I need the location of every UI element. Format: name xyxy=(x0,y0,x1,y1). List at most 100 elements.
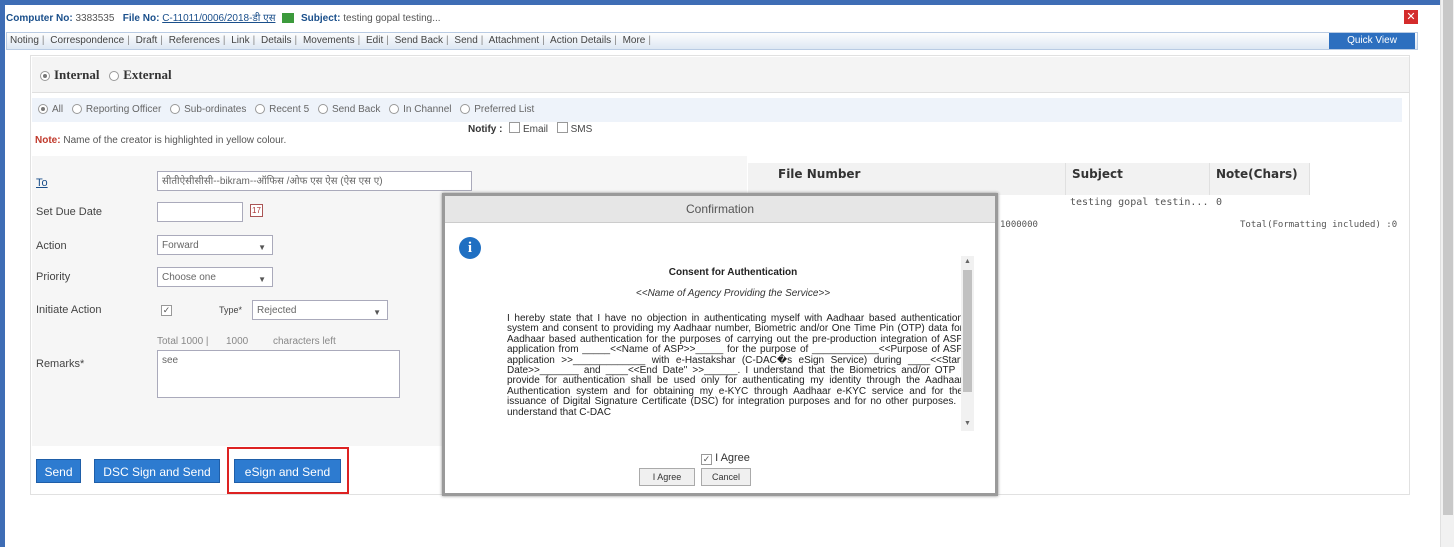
due-date-label: Set Due Date xyxy=(36,206,103,218)
chars-left-value: 1000 xyxy=(226,336,249,347)
scroll-thumb[interactable] xyxy=(963,270,972,392)
filter-reporting-officer-label: Reporting Officer xyxy=(85,104,162,115)
confirmation-dialog: Confirmation i Consent for Authenticatio… xyxy=(442,193,998,496)
external-radio[interactable] xyxy=(109,71,120,82)
menu-item-action-details[interactable]: Action Details xyxy=(550,35,611,46)
agree-checkbox[interactable]: ✓ xyxy=(701,454,712,465)
quick-view-button[interactable]: Quick View xyxy=(1329,33,1415,49)
filter-preferred-list-radio[interactable] xyxy=(460,104,471,115)
filter-recent5-radio[interactable] xyxy=(255,104,266,115)
internal-radio[interactable] xyxy=(40,71,50,82)
file-header: Computer No: 3383535 File No: C-11011/00… xyxy=(6,10,1418,32)
filter-in-channel-radio[interactable] xyxy=(389,104,400,115)
agree-label: I Agree xyxy=(715,452,750,464)
consent-agency: <<Name of Agency Providing the Service>> xyxy=(635,288,831,299)
consent-body: I hereby state that I have no objection … xyxy=(507,313,963,418)
page-scroll-thumb[interactable] xyxy=(1443,0,1453,515)
menu-item-details[interactable]: Details xyxy=(261,35,292,46)
agree-row: ✓ I Agree xyxy=(701,452,750,465)
action-menu-bar: Noting | Correspondence | Draft | Reference… xyxy=(6,32,1418,50)
menu-item-noting[interactable]: Noting xyxy=(10,35,39,46)
filter-subordinates-radio[interactable] xyxy=(170,104,181,115)
page-scrollbar[interactable] xyxy=(1440,0,1454,547)
file-no-link[interactable]: C-11011/0006/2018-डी एस xyxy=(162,13,275,24)
i-agree-button[interactable]: I Agree xyxy=(639,468,695,486)
sms-checkbox[interactable] xyxy=(556,122,568,133)
file-no-label: File No: xyxy=(122,13,160,24)
recipient-filter: All Reporting Officer Sub-ordinates Rece… xyxy=(32,98,1402,122)
priority-select[interactable]: Choose one ▼ xyxy=(157,267,273,287)
scroll-up-icon[interactable]: ▲ xyxy=(964,258,971,265)
menu-item-send[interactable]: Send xyxy=(454,35,477,46)
filter-send-back-label: Send Back xyxy=(331,104,381,115)
consent-title: Consent for Authentication xyxy=(668,267,798,278)
type-select-value: Rejected xyxy=(257,305,297,316)
info-icon: i xyxy=(459,237,481,259)
menu-item-movements[interactable]: Movements xyxy=(303,35,355,46)
menu-item-attachment[interactable]: Attachment xyxy=(489,35,540,46)
filter-recent5-label: Recent 5 xyxy=(269,104,310,115)
menu-item-send-back[interactable]: Send Back xyxy=(395,35,443,46)
action-select[interactable]: Forward ▼ xyxy=(157,235,273,255)
initiate-action-checkbox[interactable]: ✓ xyxy=(161,305,172,316)
to-input[interactable]: सीतीऐसीसीसी--bikram--ऑफिस /ओफ एस ऐस (ऐस … xyxy=(157,171,472,191)
menu-item-references[interactable]: References xyxy=(169,35,220,46)
consent-scrollbar[interactable]: ▲ ▼ xyxy=(961,256,974,431)
highlight-box xyxy=(227,447,349,494)
type-label: Type* xyxy=(219,305,243,315)
action-select-value: Forward xyxy=(162,240,199,251)
filter-in-channel-label: In Channel xyxy=(403,104,452,115)
to-link[interactable]: To xyxy=(36,177,48,189)
calendar-icon[interactable]: 17 xyxy=(250,204,263,217)
menu-item-draft[interactable]: Draft xyxy=(136,35,158,46)
type-select[interactable]: Rejected ▼ xyxy=(252,300,388,320)
computer-no-value: 3383535 xyxy=(75,13,115,24)
menu-item-link[interactable]: Link xyxy=(231,35,249,46)
internal-label: Internal xyxy=(54,67,100,82)
filter-all-radio[interactable] xyxy=(38,104,48,115)
notify-label: Notify : xyxy=(468,124,503,135)
due-date-input[interactable] xyxy=(157,202,243,222)
note-label: Note: xyxy=(35,135,61,146)
file-icon[interactable] xyxy=(282,13,295,24)
menu-item-correspondence[interactable]: Correspondence xyxy=(50,35,124,46)
filter-all-label: All xyxy=(52,104,64,115)
chevron-down-icon: ▼ xyxy=(373,308,381,317)
remarks-label: Remarks* xyxy=(36,358,85,370)
email-label: Email xyxy=(523,124,549,135)
priority-select-value: Choose one xyxy=(162,272,216,283)
consent-text-area[interactable]: Consent for Authentication <<Name of Age… xyxy=(503,253,975,433)
creator-note: Note: Name of the creator is highlighted… xyxy=(35,135,286,146)
total-formatting: Total(Formatting included) :0 xyxy=(1240,220,1398,230)
cancel-button[interactable]: Cancel xyxy=(701,468,751,486)
remarks-textarea[interactable]: see xyxy=(157,350,400,398)
scroll-down-icon[interactable]: ▼ xyxy=(964,420,971,427)
sms-label: SMS xyxy=(570,124,593,135)
external-label: External xyxy=(123,67,172,82)
filter-reporting-officer-radio[interactable] xyxy=(71,104,82,115)
row-note-chars: 0 xyxy=(1216,197,1223,208)
window-top-border xyxy=(0,0,1440,5)
notify-options: Notify : Email SMS xyxy=(468,121,592,135)
send-button[interactable]: Send xyxy=(36,459,81,483)
note-chars-header: Note(Chars) xyxy=(1210,163,1310,195)
menu-item-more[interactable]: More xyxy=(623,35,646,46)
window-left-border xyxy=(0,0,5,547)
initiate-action-label: Initiate Action xyxy=(36,304,102,316)
chevron-down-icon: ▼ xyxy=(258,243,266,252)
subject-header: Subject xyxy=(1066,163,1210,195)
email-checkbox[interactable] xyxy=(509,122,521,133)
file-number-header: File Number xyxy=(748,163,1066,195)
action-label: Action xyxy=(36,240,67,252)
close-icon[interactable]: ✕ xyxy=(1404,10,1418,24)
note-text: Name of the creator is highlighted in ye… xyxy=(60,135,287,146)
computer-no-label: Computer No: xyxy=(6,13,73,24)
total-chars-label: Total 1000 | xyxy=(157,336,209,347)
subject-value: testing gopal testing... xyxy=(343,13,441,24)
row-subject: testing gopal testin... xyxy=(1070,197,1209,208)
filter-subordinates-label: Sub-ordinates xyxy=(184,104,247,115)
chevron-down-icon: ▼ xyxy=(258,275,266,284)
menu-item-edit[interactable]: Edit xyxy=(366,35,383,46)
dsc-sign-and-send-button[interactable]: DSC Sign and Send xyxy=(94,459,220,483)
filter-send-back-radio[interactable] xyxy=(317,104,328,115)
